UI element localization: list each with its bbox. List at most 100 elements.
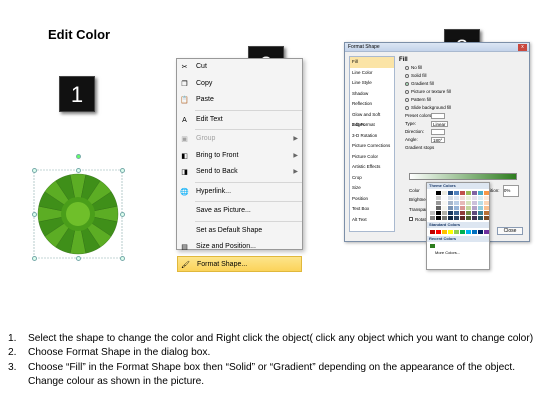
field-input[interactable]: Linear bbox=[431, 120, 448, 127]
close-icon[interactable]: x bbox=[518, 44, 527, 51]
dialog-nav-item[interactable]: 3-D Format bbox=[350, 120, 394, 131]
color-swatch[interactable] bbox=[436, 216, 441, 220]
dialog-nav-item[interactable]: Glow and Soft Edges bbox=[350, 110, 394, 128]
color-swatch[interactable] bbox=[448, 206, 453, 210]
color-swatch[interactable] bbox=[442, 191, 447, 195]
color-swatch[interactable] bbox=[448, 230, 453, 234]
menu-item-hyperlink[interactable]: 🌐 Hyperlink... bbox=[177, 184, 302, 201]
color-swatch[interactable] bbox=[478, 211, 483, 215]
fill-option[interactable]: Picture or texture fill bbox=[405, 88, 527, 96]
menu-item-copy[interactable]: ❐ Copy bbox=[177, 76, 302, 93]
dialog-nav-item[interactable]: Crop bbox=[350, 173, 394, 184]
color-swatch[interactable] bbox=[442, 211, 447, 215]
color-swatch[interactable] bbox=[466, 196, 471, 200]
color-swatch[interactable] bbox=[454, 216, 459, 220]
color-swatch[interactable] bbox=[460, 216, 465, 220]
color-swatch[interactable] bbox=[454, 196, 459, 200]
color-swatch[interactable] bbox=[472, 211, 477, 215]
color-swatch[interactable] bbox=[430, 206, 435, 210]
color-swatch[interactable] bbox=[484, 230, 489, 234]
color-swatch[interactable] bbox=[460, 196, 465, 200]
radio-button[interactable] bbox=[405, 105, 409, 110]
color-swatch[interactable] bbox=[478, 191, 483, 195]
dialog-nav-item[interactable]: Size bbox=[350, 183, 394, 194]
more-colors-link[interactable]: More Colors... bbox=[427, 250, 489, 256]
radio-button[interactable] bbox=[405, 81, 409, 86]
color-swatch[interactable] bbox=[478, 230, 483, 234]
color-swatch[interactable] bbox=[466, 201, 471, 205]
radio-button[interactable] bbox=[405, 89, 409, 94]
menu-item-format-shape[interactable]: 🖌 Format Shape... bbox=[177, 255, 302, 272]
position-input[interactable]: 0% bbox=[502, 185, 519, 197]
fill-option[interactable]: Slide background fill bbox=[405, 104, 527, 112]
gradient-stop-bar[interactable] bbox=[409, 173, 517, 180]
color-swatch[interactable] bbox=[478, 206, 483, 210]
dialog-nav-item[interactable]: Artistic Effects bbox=[350, 162, 394, 173]
menu-item-save-as-picture[interactable]: Save as Picture... bbox=[177, 203, 302, 220]
dialog-nav-item[interactable]: Line Style bbox=[350, 78, 394, 89]
dialog-nav-item[interactable]: 3-D Rotation bbox=[350, 131, 394, 142]
color-swatch[interactable] bbox=[448, 211, 453, 215]
color-swatch[interactable] bbox=[484, 196, 489, 200]
color-swatch[interactable] bbox=[472, 206, 477, 210]
close-button[interactable]: Close bbox=[497, 227, 523, 235]
color-swatch[interactable] bbox=[454, 206, 459, 210]
radio-button[interactable] bbox=[405, 73, 409, 78]
color-swatch[interactable] bbox=[478, 201, 483, 205]
color-swatch[interactable] bbox=[460, 191, 465, 195]
menu-item-bring-to-front[interactable]: ◧ Bring to Front ▶ bbox=[177, 148, 302, 165]
rotation-handle[interactable] bbox=[76, 154, 81, 159]
rotate-checkbox[interactable] bbox=[409, 217, 413, 221]
color-swatch[interactable] bbox=[478, 196, 483, 200]
field-input[interactable] bbox=[431, 112, 445, 119]
menu-item-edit-text[interactable]: A Edit Text bbox=[177, 112, 302, 129]
color-swatch[interactable] bbox=[472, 191, 477, 195]
color-swatch[interactable] bbox=[484, 191, 489, 195]
color-swatch[interactable] bbox=[436, 196, 441, 200]
dialog-nav-item[interactable]: Fill bbox=[350, 57, 394, 68]
color-swatch[interactable] bbox=[430, 230, 435, 234]
color-swatch[interactable] bbox=[442, 196, 447, 200]
color-swatch[interactable] bbox=[454, 191, 459, 195]
field-input[interactable] bbox=[431, 128, 445, 135]
color-swatch[interactable] bbox=[442, 201, 447, 205]
resize-handle[interactable] bbox=[32, 256, 37, 261]
resize-handle[interactable] bbox=[76, 168, 81, 173]
color-swatch[interactable] bbox=[448, 191, 453, 195]
color-swatch[interactable] bbox=[484, 201, 489, 205]
menu-item-send-to-back[interactable]: ◨ Send to Back ▶ bbox=[177, 164, 302, 181]
dialog-nav-item[interactable]: Alt Text bbox=[350, 215, 394, 226]
dialog-nav-item[interactable]: Reflection bbox=[350, 99, 394, 110]
menu-item-paste[interactable]: 📋 Paste bbox=[177, 92, 302, 109]
color-swatch[interactable] bbox=[466, 206, 471, 210]
color-swatch[interactable] bbox=[472, 230, 477, 234]
color-swatch[interactable] bbox=[430, 191, 435, 195]
resize-handle[interactable] bbox=[120, 212, 125, 217]
resize-handle[interactable] bbox=[32, 212, 37, 217]
color-swatch[interactable] bbox=[472, 196, 477, 200]
color-swatch[interactable] bbox=[430, 196, 435, 200]
dialog-nav-item[interactable]: Picture Corrections bbox=[350, 141, 394, 152]
color-swatch[interactable] bbox=[472, 201, 477, 205]
color-swatch[interactable] bbox=[454, 211, 459, 215]
green-gear-shape[interactable] bbox=[32, 154, 125, 261]
color-swatch[interactable] bbox=[436, 211, 441, 215]
color-swatch[interactable] bbox=[460, 201, 465, 205]
color-swatch[interactable] bbox=[454, 201, 459, 205]
menu-item-set-as-default-shape[interactable]: Set as Default Shape bbox=[177, 223, 302, 240]
color-swatch[interactable] bbox=[436, 230, 441, 234]
color-swatch[interactable] bbox=[430, 211, 435, 215]
color-swatch[interactable] bbox=[436, 201, 441, 205]
color-swatch[interactable] bbox=[442, 206, 447, 210]
color-swatch[interactable] bbox=[484, 216, 489, 220]
menu-item-size-and-position[interactable]: ▤ Size and Position... bbox=[177, 239, 302, 256]
color-swatch[interactable] bbox=[460, 206, 465, 210]
color-swatch[interactable] bbox=[448, 201, 453, 205]
dialog-nav-item[interactable]: Line Color bbox=[350, 68, 394, 79]
radio-button[interactable] bbox=[405, 97, 409, 102]
color-swatch[interactable] bbox=[466, 230, 471, 234]
color-swatch[interactable] bbox=[436, 191, 441, 195]
radio-button[interactable] bbox=[405, 65, 409, 70]
resize-handle[interactable] bbox=[120, 168, 125, 173]
dialog-nav-item[interactable]: Picture Color bbox=[350, 152, 394, 163]
